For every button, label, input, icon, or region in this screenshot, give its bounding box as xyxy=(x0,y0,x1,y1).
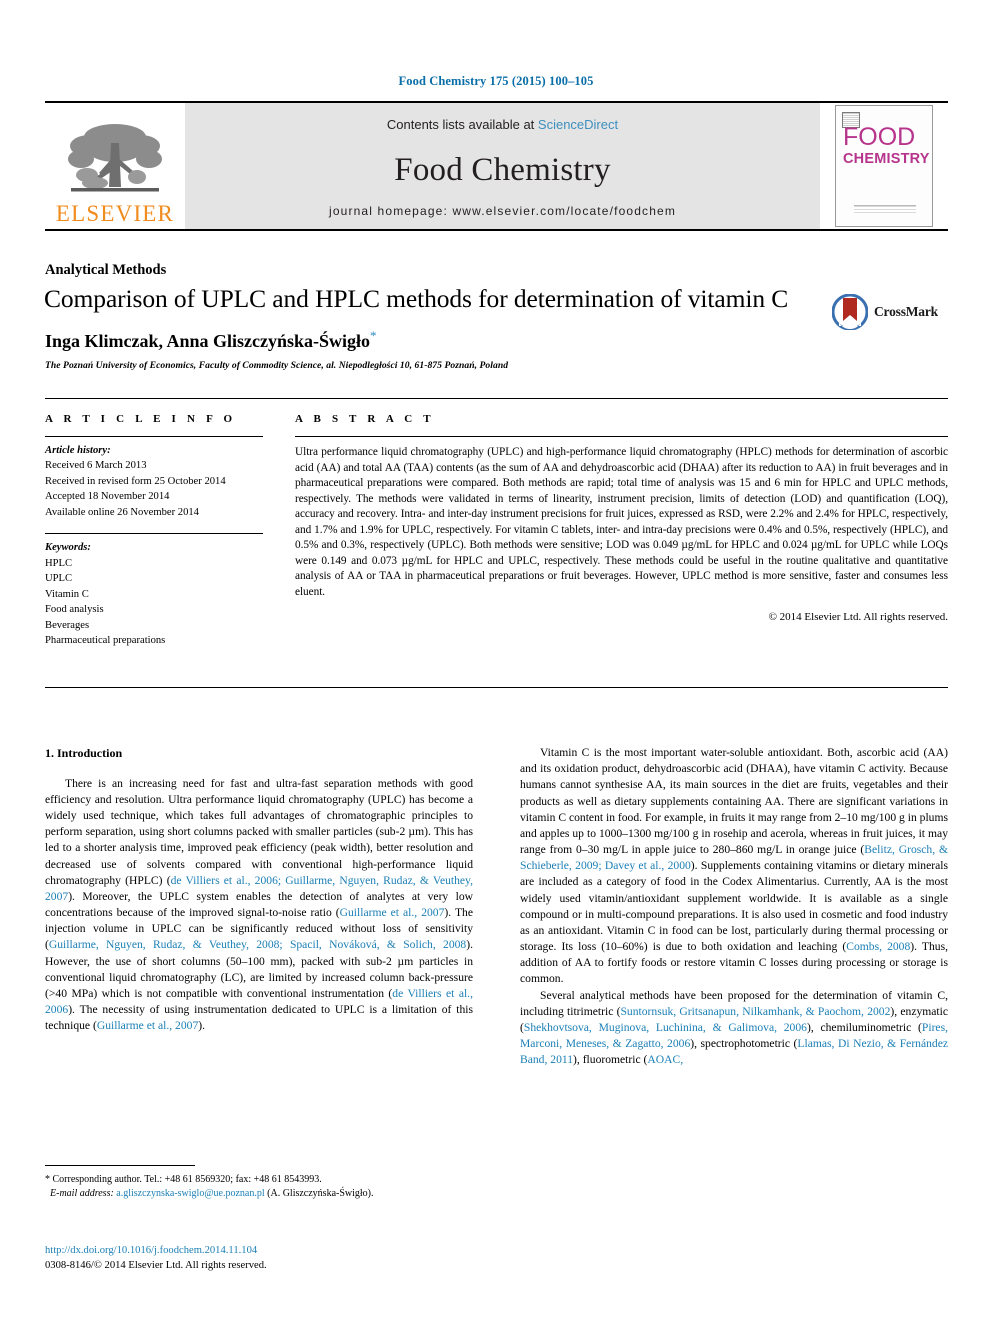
crossmark-label: CrossMark xyxy=(874,304,938,319)
history-item: Received in revised form 25 October 2014 xyxy=(45,475,226,487)
right-text-a: Vitamin C is the most important water-so… xyxy=(520,746,948,857)
crossmark-icon xyxy=(832,294,868,330)
citation-link[interactable]: Combs, 2008 xyxy=(846,940,910,953)
article-info-column: A R T I C L E I N F O Article history: R… xyxy=(45,399,270,687)
journal-title: Food Chemistry xyxy=(394,152,611,188)
article-info-heading: A R T I C L E I N F O xyxy=(45,413,237,425)
crossmark-badge-container[interactable]: CrossMark xyxy=(832,292,938,332)
masthead-center: Contents lists available at ScienceDirec… xyxy=(185,103,820,229)
author-names: Inga Klimczak, Anna Gliszczyńska-Świgło xyxy=(45,331,371,351)
contents-prefix: Contents lists available at xyxy=(386,117,538,132)
author-list: Inga Klimczak, Anna Gliszczyńska-Świgło* xyxy=(45,328,377,352)
body-column-left: 1. Introduction There is an increasing n… xyxy=(45,745,473,1034)
citation-link[interactable]: AOAC, xyxy=(647,1053,683,1066)
intro-paragraph-right-2: Several analytical methods have been pro… xyxy=(520,988,948,1069)
intro-paragraph-right-1: Vitamin C is the most important water-so… xyxy=(520,745,948,988)
right2-text-c: ), chemiluminometric ( xyxy=(806,1020,922,1034)
info-abstract-panel: A R T I C L E I N F O Article history: R… xyxy=(45,398,948,688)
article-history: Article history: Received 6 March 2013 R… xyxy=(45,437,270,520)
cover-title-chemistry: CHEMISTRY xyxy=(843,151,930,167)
introduction-heading: 1. Introduction xyxy=(45,746,123,760)
corresponding-author-marker: * xyxy=(370,328,377,343)
cover-title-food: FOOD xyxy=(843,123,916,151)
keyword-item: Pharmaceutical preparations xyxy=(45,634,166,646)
journal-cover: FOOD CHEMISTRY xyxy=(820,103,948,229)
abstract-text: Ultra performance liquid chromatography … xyxy=(295,446,948,598)
abstract-copyright: © 2014 Elsevier Ltd. All rights reserved… xyxy=(768,611,948,624)
issn-copyright-line: 0308-8146/© 2014 Elsevier Ltd. All right… xyxy=(45,1259,267,1271)
sciencedirect-link[interactable]: ScienceDirect xyxy=(538,117,618,132)
citation-link[interactable]: Suntornsuk, Gritsanapun, Nilkamhank, & P… xyxy=(620,1005,890,1018)
footnote-corresponding-line: * Corresponding author. Tel.: +48 61 856… xyxy=(45,1174,322,1185)
right2-text-e: ), fluorometric ( xyxy=(573,1053,648,1067)
publication-meta: http://dx.doi.org/10.1016/j.foodchem.201… xyxy=(45,1244,545,1273)
citation-link[interactable]: Shekhovtsova, Muginova, Luchinina, & Gal… xyxy=(524,1021,807,1034)
running-head: Food Chemistry 175 (2015) 100–105 xyxy=(398,74,594,88)
journal-homepage-link[interactable]: journal homepage: www.elsevier.com/locat… xyxy=(185,204,820,218)
email-address-label: E-mail address: xyxy=(50,1188,114,1200)
intro-paragraph-left: There is an increasing need for fast and… xyxy=(45,776,473,1035)
journal-masthead: ELSEVIER Contents lists available at Sci… xyxy=(45,101,948,231)
footnote-email-line: E-mail address: a.gliszczynska-swiglo@ue… xyxy=(45,1187,473,1201)
elsevier-logo: ELSEVIER xyxy=(45,103,185,229)
keywords-list: Keywords: HPLC UPLC Vitamin C Food analy… xyxy=(45,534,270,648)
article-history-title: Article history: xyxy=(45,445,111,456)
cover-footer-lines xyxy=(854,205,916,214)
abstract-heading: A B S T R A C T xyxy=(295,413,435,425)
article-section-label: Analytical Methods xyxy=(45,262,167,278)
cover-thumbnail: FOOD CHEMISTRY xyxy=(835,105,933,227)
keyword-item: UPLC xyxy=(45,573,73,585)
doi-link[interactable]: http://dx.doi.org/10.1016/j.foodchem.201… xyxy=(45,1244,545,1259)
keyword-item: Food analysis xyxy=(45,604,104,616)
citation-link[interactable]: Guillarme et al., 2007 xyxy=(340,906,445,919)
elsevier-tree-icon xyxy=(68,124,162,192)
intro-text-a: There is an increasing need for fast and… xyxy=(45,776,473,887)
history-item: Available online 26 November 2014 xyxy=(45,506,199,518)
citation-link[interactable]: Guillarme, Nguyen, Rudaz, & Veuthey, 200… xyxy=(49,938,466,951)
keywords-title: Keywords: xyxy=(45,542,91,554)
article-page: Food Chemistry 175 (2015) 100–105 ELSEVI… xyxy=(0,0,992,1323)
affiliation: The Poznań University of Economics, Facu… xyxy=(45,360,509,371)
citation-link[interactable]: Guillarme et al., 2007 xyxy=(97,1019,198,1032)
corresponding-author-footnote: * Corresponding author. Tel.: +48 61 856… xyxy=(45,1165,473,1201)
contents-available-line: Contents lists available at ScienceDirec… xyxy=(387,117,618,132)
history-item: Received 6 March 2013 xyxy=(45,460,147,472)
history-item: Accepted 18 November 2014 xyxy=(45,491,170,503)
right2-text-d: ), spectrophotometric ( xyxy=(690,1037,798,1051)
footnote-divider xyxy=(45,1165,195,1166)
keyword-item: Beverages xyxy=(45,619,90,631)
email-owner: (A. Gliszczyńska-Świgło). xyxy=(267,1188,374,1200)
elsevier-wordmark: ELSEVIER xyxy=(55,201,175,226)
abstract-column: A B S T R A C T Ultra performance liquid… xyxy=(295,399,948,687)
keyword-item: Vitamin C xyxy=(45,588,89,600)
intro-text-f: ). xyxy=(198,1019,206,1033)
email-link[interactable]: a.gliszczynska-swiglo@ue.poznan.pl xyxy=(116,1188,264,1199)
body-column-right: Vitamin C is the most important water-so… xyxy=(520,745,948,1068)
keyword-item: HPLC xyxy=(45,557,73,569)
page-title: Comparison of UPLC and HPLC methods for … xyxy=(44,284,789,313)
right-text-b: ). Supplements containing vitamins or di… xyxy=(520,859,948,954)
